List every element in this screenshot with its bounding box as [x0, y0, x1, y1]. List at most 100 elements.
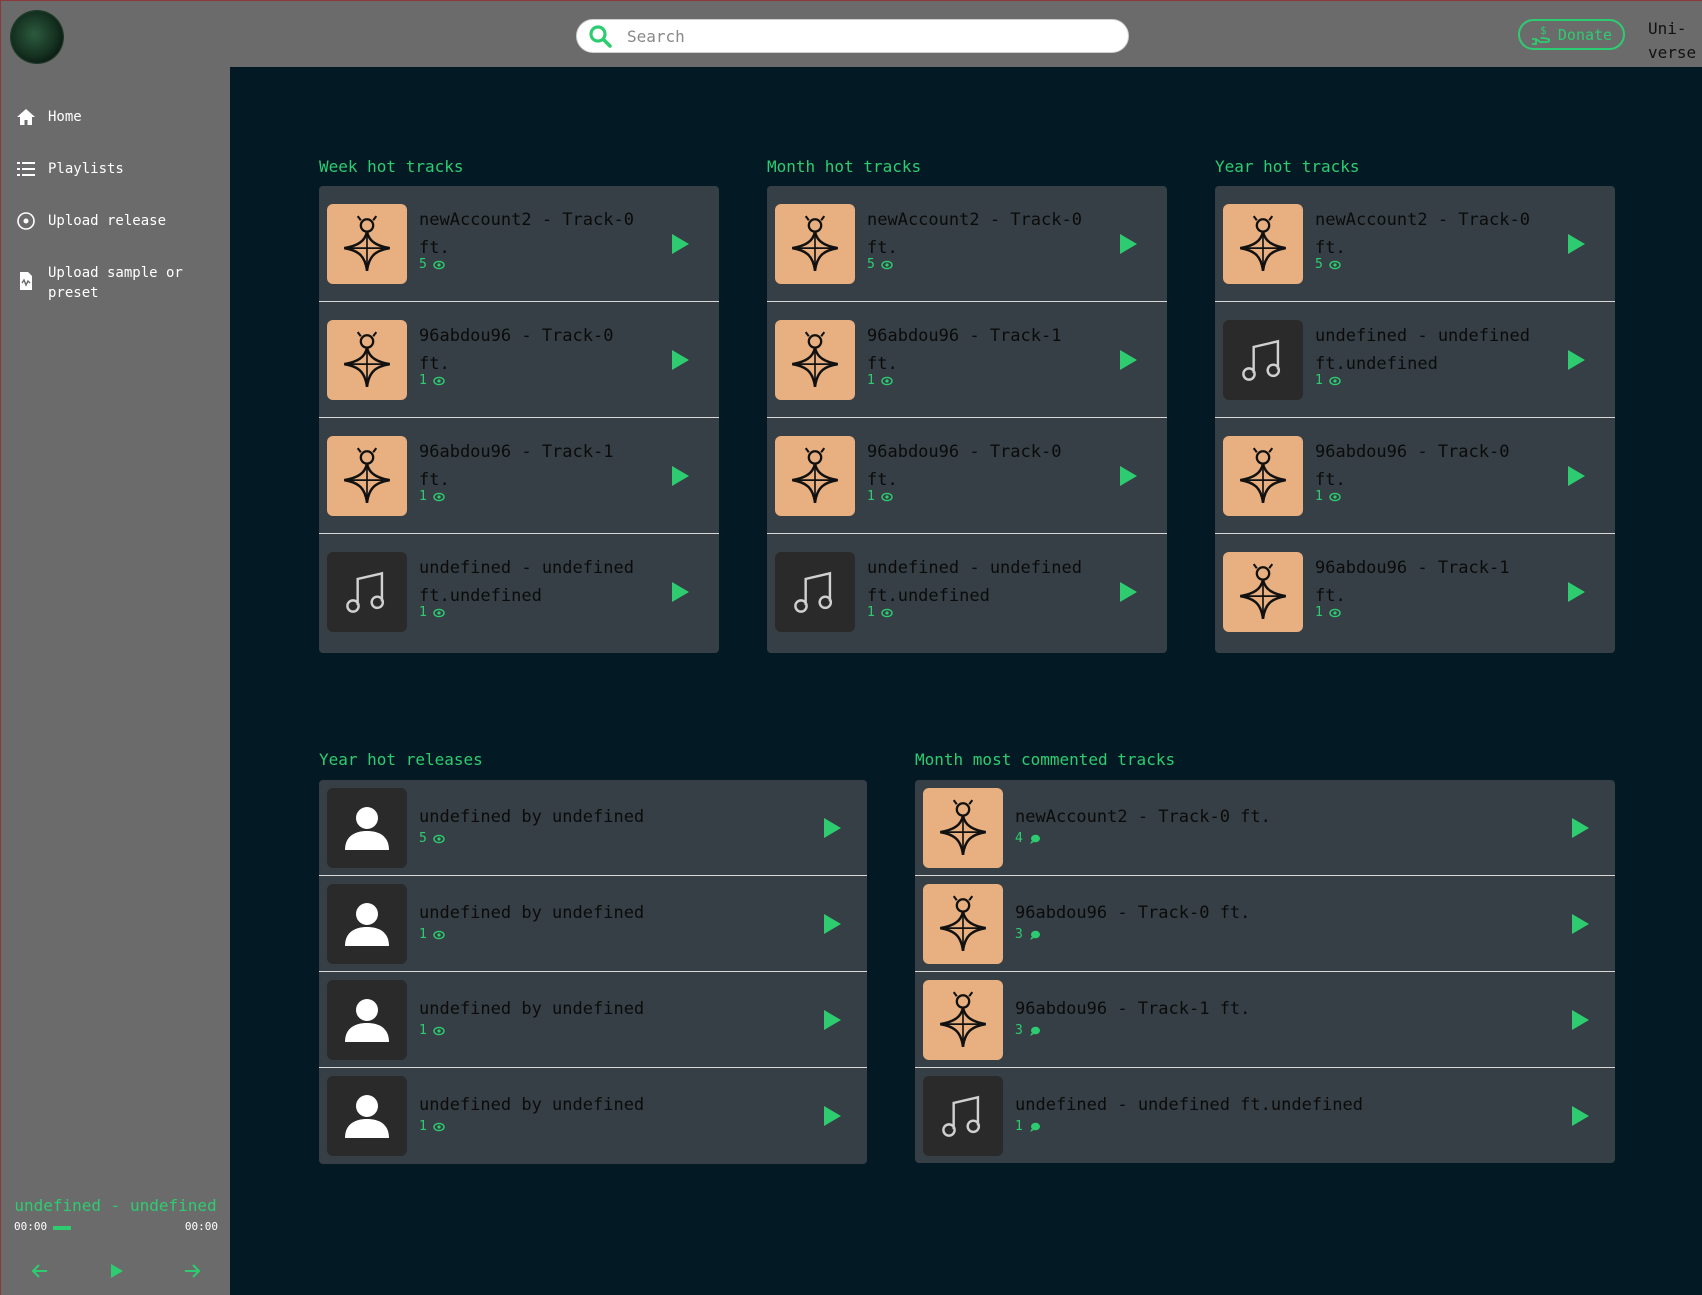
- count-value: 1: [1315, 489, 1323, 504]
- track-row[interactable]: 96abdou96 - Track-0 ft. 1: [767, 418, 1167, 534]
- row-title[interactable]: 96abdou96 - Track-1 ft.: [867, 322, 1061, 378]
- row-title[interactable]: 96abdou96 - Track-0 ft.: [419, 322, 613, 378]
- play-icon[interactable]: [1565, 348, 1587, 372]
- track-row[interactable]: undefined - undefined ft.undefined 1: [767, 534, 1167, 653]
- sidebar-item-upload-release[interactable]: Upload release: [16, 211, 221, 231]
- row-title[interactable]: 96abdou96 - Track-1 ft.: [419, 438, 613, 494]
- play-icon[interactable]: [1569, 912, 1591, 936]
- cover-thumbnail[interactable]: [327, 788, 407, 868]
- search-icon[interactable]: [587, 23, 613, 49]
- row-title[interactable]: undefined - undefined ft.undefined: [419, 554, 634, 610]
- row-title[interactable]: undefined - undefined ft.undefined: [1015, 1091, 1363, 1119]
- cover-thumbnail[interactable]: [327, 980, 407, 1060]
- play-icon[interactable]: [1565, 464, 1587, 488]
- donate-button[interactable]: $ Donate: [1518, 19, 1625, 50]
- track-row[interactable]: newAccount2 - Track-0 ft. 5: [1215, 186, 1615, 302]
- track-row[interactable]: 96abdou96 - Track-0 ft. 3: [915, 876, 1615, 972]
- cover-thumbnail[interactable]: [1223, 320, 1303, 400]
- row-title[interactable]: newAccount2 - Track-0 ft.: [419, 206, 634, 262]
- cover-thumbnail[interactable]: [775, 320, 855, 400]
- track-row[interactable]: 96abdou96 - Track-0 ft. 1: [1215, 418, 1615, 534]
- search-bar[interactable]: [576, 19, 1129, 53]
- row-title[interactable]: 96abdou96 - Track-0 ft.: [1315, 438, 1509, 494]
- cover-thumbnail[interactable]: [923, 884, 1003, 964]
- play-icon[interactable]: [1569, 816, 1591, 840]
- row-title[interactable]: newAccount2 - Track-0 ft.: [1015, 803, 1271, 831]
- previous-arrow-icon[interactable]: [29, 1260, 51, 1282]
- cover-thumbnail[interactable]: [1223, 204, 1303, 284]
- play-icon[interactable]: [821, 1104, 843, 1128]
- track-row[interactable]: undefined - undefined ft.undefined 1: [915, 1068, 1615, 1163]
- row-title[interactable]: 96abdou96 - Track-1 ft.: [1015, 995, 1250, 1023]
- cover-thumbnail[interactable]: [775, 436, 855, 516]
- comment-icon: [1029, 930, 1040, 940]
- row-title[interactable]: undefined by undefined: [419, 899, 644, 927]
- player-progress-bar[interactable]: [53, 1226, 71, 1230]
- row-title[interactable]: 96abdou96 - Track-0 ft.: [867, 438, 1061, 494]
- play-icon[interactable]: [1569, 1104, 1591, 1128]
- track-row[interactable]: newAccount2 - Track-0 ft. 5: [767, 186, 1167, 302]
- play-icon[interactable]: [1117, 232, 1139, 256]
- cover-thumbnail[interactable]: [327, 552, 407, 632]
- row-title[interactable]: newAccount2 - Track-0 ft.: [1315, 206, 1530, 262]
- cover-thumbnail[interactable]: [775, 204, 855, 284]
- cover-thumbnail[interactable]: [923, 980, 1003, 1060]
- row-title[interactable]: undefined by undefined: [419, 995, 644, 1023]
- play-icon[interactable]: [669, 232, 691, 256]
- row-title[interactable]: undefined - undefined ft.undefined: [1315, 322, 1530, 378]
- release-row[interactable]: undefined by undefined 5: [319, 780, 867, 876]
- release-row[interactable]: undefined by undefined 1: [319, 972, 867, 1068]
- track-row[interactable]: 96abdou96 - Track-1 ft. 3: [915, 972, 1615, 1068]
- row-title[interactable]: undefined by undefined: [419, 803, 644, 831]
- play-icon[interactable]: [1565, 232, 1587, 256]
- row-count: 1: [419, 489, 445, 504]
- track-row[interactable]: newAccount2 - Track-0 ft. 4: [915, 780, 1615, 876]
- track-row[interactable]: newAccount2 - Track-0 ft. 5: [319, 186, 719, 302]
- play-icon[interactable]: [1117, 348, 1139, 372]
- play-icon[interactable]: [1569, 1008, 1591, 1032]
- cover-thumbnail[interactable]: [327, 884, 407, 964]
- track-row[interactable]: 96abdou96 - Track-0 ft. 1: [319, 302, 719, 418]
- play-icon[interactable]: [669, 580, 691, 604]
- player-duration: 00:00: [184, 1220, 218, 1233]
- play-icon[interactable]: [1117, 580, 1139, 604]
- row-title[interactable]: undefined by undefined: [419, 1091, 644, 1119]
- cover-thumbnail[interactable]: [923, 788, 1003, 868]
- cover-thumbnail[interactable]: [923, 1076, 1003, 1156]
- cover-thumbnail[interactable]: [1223, 552, 1303, 632]
- cover-thumbnail[interactable]: [327, 320, 407, 400]
- play-icon[interactable]: [669, 464, 691, 488]
- play-icon[interactable]: [821, 1008, 843, 1032]
- file-audio-icon: [20, 272, 32, 290]
- row-title[interactable]: undefined - undefined ft.undefined: [867, 554, 1082, 610]
- logo-icon[interactable]: [11, 11, 63, 63]
- cover-thumbnail[interactable]: [327, 204, 407, 284]
- row-title[interactable]: 96abdou96 - Track-1 ft.: [1315, 554, 1509, 610]
- track-row[interactable]: 96abdou96 - Track-1 ft. 1: [1215, 534, 1615, 653]
- track-row[interactable]: undefined - undefined ft.undefined 1: [319, 534, 719, 653]
- cover-thumbnail[interactable]: [775, 552, 855, 632]
- search-input[interactable]: [627, 26, 1107, 46]
- play-icon[interactable]: [821, 912, 843, 936]
- sidebar-item-home[interactable]: Home: [16, 107, 221, 127]
- play-icon[interactable]: [1565, 580, 1587, 604]
- track-row[interactable]: undefined - undefined ft.undefined 1: [1215, 302, 1615, 418]
- release-row[interactable]: undefined by undefined 1: [319, 1068, 867, 1164]
- play-icon[interactable]: [1117, 464, 1139, 488]
- cover-thumbnail[interactable]: [1223, 436, 1303, 516]
- cover-thumbnail[interactable]: [327, 436, 407, 516]
- views-eye-icon: [433, 1026, 445, 1035]
- cover-thumbnail[interactable]: [327, 1076, 407, 1156]
- release-row[interactable]: undefined by undefined 1: [319, 876, 867, 972]
- track-row[interactable]: 96abdou96 - Track-1 ft. 1: [319, 418, 719, 534]
- row-title[interactable]: newAccount2 - Track-0 ft.: [867, 206, 1082, 262]
- row-title[interactable]: 96abdou96 - Track-0 ft.: [1015, 899, 1250, 927]
- play-icon[interactable]: [105, 1260, 127, 1282]
- play-icon[interactable]: [821, 816, 843, 840]
- sidebar-item-upload-sample[interactable]: Upload sample or preset: [16, 263, 221, 303]
- next-arrow-icon[interactable]: [181, 1260, 203, 1282]
- track-row[interactable]: 96abdou96 - Track-1 ft. 1: [767, 302, 1167, 418]
- play-icon[interactable]: [669, 348, 691, 372]
- user-name[interactable]: Uni- verse: [1648, 17, 1702, 65]
- sidebar-item-playlists[interactable]: Playlists: [16, 159, 221, 179]
